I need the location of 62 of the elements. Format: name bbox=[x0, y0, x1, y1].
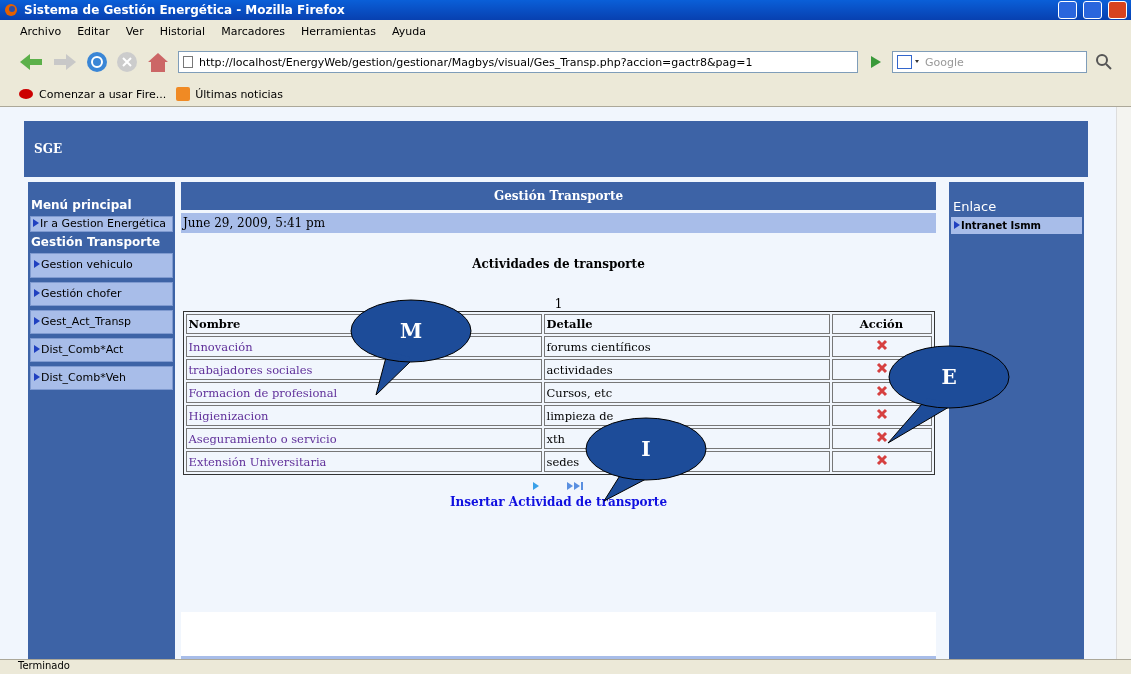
delete-icon[interactable] bbox=[875, 408, 888, 420]
back-arrow-icon[interactable] bbox=[18, 52, 44, 72]
sidebar-link[interactable]: Ir a Gestion Energética bbox=[30, 216, 173, 233]
menu-item[interactable]: Ver bbox=[125, 24, 144, 38]
delete-icon[interactable] bbox=[875, 362, 888, 374]
table-cell: forums científicos bbox=[543, 336, 830, 357]
feed-icon bbox=[176, 87, 191, 101]
browser-logo-icon bbox=[4, 3, 18, 17]
activity-link[interactable]: Aseguramiento o servicio bbox=[188, 431, 337, 446]
scrollbar[interactable] bbox=[1116, 107, 1131, 659]
maximize-button[interactable] bbox=[1083, 1, 1102, 19]
delete-icon[interactable] bbox=[875, 385, 888, 397]
bookmark-link[interactable]: Últimas noticias bbox=[176, 87, 284, 101]
delete-icon[interactable] bbox=[875, 454, 888, 466]
url-text: http://localhost/EnergyWeb/gestion/gestionar/Magbys/visual/Ges_Transp.php?accion=gactr8&pag=1 bbox=[199, 55, 754, 69]
callout-letter: E bbox=[941, 365, 957, 389]
delete-icon[interactable] bbox=[875, 339, 888, 351]
menu-heading: Menú principal bbox=[30, 199, 133, 213]
activity-link[interactable]: Formacion de profesional bbox=[188, 385, 338, 400]
activity-link[interactable]: Extensión Universitaria bbox=[188, 454, 327, 469]
menu-heading: Enlace bbox=[952, 199, 998, 214]
panel-title: Gestión Transporte bbox=[181, 182, 936, 210]
next-page-icon[interactable] bbox=[531, 481, 540, 491]
activity-link[interactable]: Higienizacion bbox=[188, 408, 269, 423]
menu-item[interactable]: Marcadores bbox=[221, 24, 285, 38]
delete-icon[interactable] bbox=[875, 431, 888, 443]
menu-item[interactable]: Ayuda bbox=[391, 24, 426, 38]
menu-item[interactable]: Historial bbox=[159, 24, 206, 38]
address-field[interactable]: http://localhost/EnergyWeb/gestion/gestionar/Magbys/visual/Ges_Transp.php?accion=gactr8&pag=1 bbox=[178, 51, 858, 73]
activity-link[interactable]: Innovación bbox=[188, 339, 253, 354]
menu-item[interactable]: Archivo bbox=[20, 24, 62, 38]
menu-item[interactable]: Herramientas bbox=[300, 24, 376, 38]
insert-link[interactable]: Insertar Actividad de transporte bbox=[449, 495, 668, 509]
sidebar-link[interactable]: Intranet Ismm bbox=[951, 217, 1082, 234]
table-cell: Cursos, etc bbox=[543, 382, 830, 403]
date-bar: June 29, 2009, 5:41 pm bbox=[181, 213, 936, 233]
page-icon bbox=[183, 56, 193, 68]
site-name: SGE bbox=[34, 142, 63, 156]
home-icon[interactable] bbox=[146, 51, 170, 73]
sidebar-link[interactable]: Dist_Comb*Act bbox=[30, 337, 173, 362]
close-button[interactable] bbox=[1108, 1, 1127, 19]
table-cell: actividades bbox=[543, 359, 830, 380]
section-heading: Actividades de transporte bbox=[472, 257, 645, 271]
sidebar-link[interactable]: Dist_Comb*Veh bbox=[30, 365, 173, 390]
window-title: Sistema de Gestión Energética - Mozilla Firefox bbox=[24, 3, 346, 17]
reload-icon[interactable] bbox=[86, 51, 108, 73]
menu-item[interactable]: Editar bbox=[77, 24, 110, 38]
column-header: Detalle bbox=[543, 314, 830, 334]
column-header: Acción bbox=[831, 314, 932, 334]
activity-link[interactable]: trabajadores sociales bbox=[188, 362, 313, 377]
minimize-button[interactable] bbox=[1058, 1, 1077, 19]
last-page-icon[interactable] bbox=[565, 481, 586, 491]
page-number: 1 bbox=[554, 297, 563, 311]
bookmark-icon bbox=[18, 88, 34, 100]
sidebar-link[interactable]: Gestion vehiculo bbox=[30, 253, 173, 278]
status-text: Terminado bbox=[0, 659, 1131, 674]
search-engine-icon bbox=[897, 55, 921, 69]
search-icon[interactable] bbox=[1095, 53, 1113, 71]
bookmark-link[interactable]: Comenzar a usar Fire... bbox=[18, 87, 167, 101]
sidebar-link[interactable]: Gest_Act_Transp bbox=[30, 309, 173, 334]
menu-heading: Gestión Transporte bbox=[30, 236, 162, 250]
sidebar-link[interactable]: Gestión chofer bbox=[30, 281, 173, 306]
